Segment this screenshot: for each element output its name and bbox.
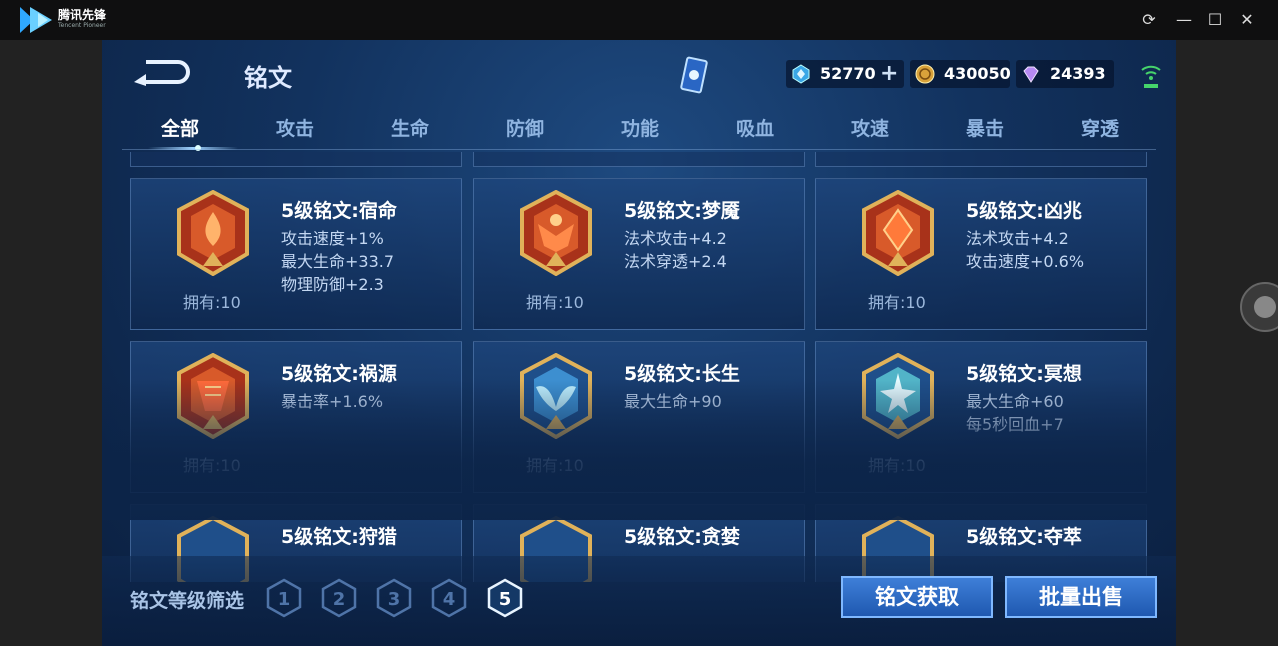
minimize-icon[interactable]: — — [1172, 8, 1196, 32]
maximize-icon[interactable]: ☐ — [1203, 8, 1227, 32]
gem-balance: 24393 — [1016, 60, 1114, 88]
back-arrow-icon[interactable] — [132, 58, 192, 86]
tab-attack-speed[interactable]: 攻速 — [830, 114, 910, 144]
rune-stat: 最大生命+90 — [624, 392, 722, 411]
obtain-runes-button[interactable]: 铭文获取 — [841, 576, 993, 618]
rune-card[interactable]: 拥有:10 5级铭文:冥想 最大生命+60 每5秒回血+7 — [815, 341, 1147, 493]
svg-text:2: 2 — [333, 589, 346, 610]
coupon-balance: 52770 + — [786, 60, 904, 88]
level-filter-5-selected[interactable]: 5 — [487, 578, 523, 618]
app-subname: Tencent Pioneer — [58, 22, 106, 29]
game-screen: 铭文 52770 + 430050 24393 全部 攻击 生命 防御 功能 吸… — [102, 40, 1176, 646]
page-title: 铭文 — [244, 64, 292, 92]
rune-card[interactable]: 拥有:10 5级铭文:宿命 攻击速度+1% 最大生命+33.7 物理防御+2.3 — [130, 178, 462, 330]
card-stub — [815, 152, 1147, 167]
rune-stat: 物理防御+2.3 — [281, 275, 384, 294]
level-filter-2[interactable]: 2 — [321, 578, 357, 618]
gold-balance: 430050 — [910, 60, 1011, 88]
tab-critical[interactable]: 暴击 — [945, 114, 1025, 144]
rune-stat: 暴击率+1.6% — [281, 392, 384, 411]
level-filter-4[interactable]: 4 — [431, 578, 467, 618]
rune-omen-icon — [862, 190, 934, 276]
tab-all[interactable]: 全部 — [140, 114, 220, 144]
right-letterbox — [1176, 40, 1278, 646]
rune-name: 5级铭文:冥想 — [966, 363, 1082, 385]
rune-card[interactable]: 拥有:10 5级铭文:祸源 暴击率+1.6% — [130, 341, 462, 493]
refresh-icon[interactable]: ⟳ — [1137, 8, 1161, 32]
bulk-sell-button[interactable]: 批量出售 — [1005, 576, 1157, 618]
rune-stat: 最大生命+33.7 — [281, 252, 395, 271]
rune-name: 5级铭文:贪婪 — [624, 526, 740, 548]
rune-name: 5级铭文:凶兆 — [966, 200, 1082, 222]
rune-name: 5级铭文:梦魇 — [624, 200, 740, 222]
tab-defense[interactable]: 防御 — [485, 114, 565, 144]
rune-stat: 法术攻击+4.2 — [624, 229, 727, 248]
svg-text:5: 5 — [499, 589, 512, 610]
rune-name: 5级铭文:祸源 — [281, 363, 397, 385]
app-name: 腾讯先锋 — [58, 8, 107, 22]
tab-health[interactable]: 生命 — [370, 114, 450, 144]
rune-name: 5级铭文:狩猎 — [281, 526, 397, 548]
tab-attack[interactable]: 攻击 — [255, 114, 335, 144]
svg-text:3: 3 — [388, 589, 401, 610]
close-icon[interactable]: ✕ — [1235, 8, 1259, 32]
rune-stat: 最大生命+60 — [966, 392, 1064, 411]
gold-coin-icon — [915, 64, 935, 84]
level-filter-3[interactable]: 3 — [376, 578, 412, 618]
rune-nightmare-icon — [520, 190, 592, 276]
rune-card[interactable]: 拥有:10 5级铭文:凶兆 法术攻击+4.2 攻击速度+0.6% — [815, 178, 1147, 330]
tencent-pioneer-logo-icon — [20, 7, 52, 33]
rune-stat: 法术穿透+2.4 — [624, 252, 727, 271]
tab-penetration[interactable]: 穿透 — [1060, 114, 1140, 144]
rune-name: 5级铭文:宿命 — [281, 200, 397, 222]
crystal-coupon-icon — [792, 64, 810, 84]
purple-gem-icon — [1023, 66, 1039, 83]
rune-meditation-icon — [862, 353, 934, 439]
rune-stat: 每5秒回血+7 — [966, 415, 1064, 434]
rune-calamity-icon — [177, 353, 249, 439]
level-filter-1[interactable]: 1 — [266, 578, 302, 618]
recharge-plus-icon[interactable]: + — [880, 63, 898, 85]
tab-function[interactable]: 功能 — [600, 114, 680, 144]
rune-stat: 攻击速度+0.6% — [966, 252, 1085, 271]
rune-longevity-icon — [520, 353, 592, 439]
level-filter-label: 铭文等级筛选 — [130, 590, 245, 612]
tab-lifesteal[interactable]: 吸血 — [715, 114, 795, 144]
emulator-titlebar: 腾讯先锋 Tencent Pioneer ⟳ — ☐ ✕ — [0, 0, 1278, 40]
signal-wifi-icon — [1141, 65, 1161, 88]
rune-name: 5级铭文:长生 — [624, 363, 740, 385]
rune-stat: 攻击速度+1% — [281, 229, 384, 248]
rune-fate-icon — [177, 190, 249, 276]
rune-name: 5级铭文:夺萃 — [966, 526, 1082, 548]
rune-card[interactable]: 拥有:10 5级铭文:梦魇 法术攻击+4.2 法术穿透+2.4 — [473, 178, 805, 330]
category-tabs: 全部 攻击 生命 防御 功能 吸血 攻速 暴击 穿透 — [122, 114, 1156, 151]
tab-divider — [122, 149, 1156, 150]
rune-card[interactable]: 拥有:10 5级铭文:长生 最大生命+90 — [473, 341, 805, 493]
card-stub — [130, 152, 462, 167]
rune-grid: 拥有:10 5级铭文:宿命 攻击速度+1% 最大生命+33.7 物理防御+2.3… — [130, 152, 1148, 582]
svg-text:1: 1 — [278, 589, 291, 610]
left-letterbox — [0, 40, 102, 646]
card-stub — [473, 152, 805, 167]
rune-stat: 法术攻击+4.2 — [966, 229, 1069, 248]
svg-text:4: 4 — [443, 589, 456, 610]
rune-card-icon[interactable] — [680, 56, 708, 94]
active-tab-dot — [195, 145, 201, 151]
